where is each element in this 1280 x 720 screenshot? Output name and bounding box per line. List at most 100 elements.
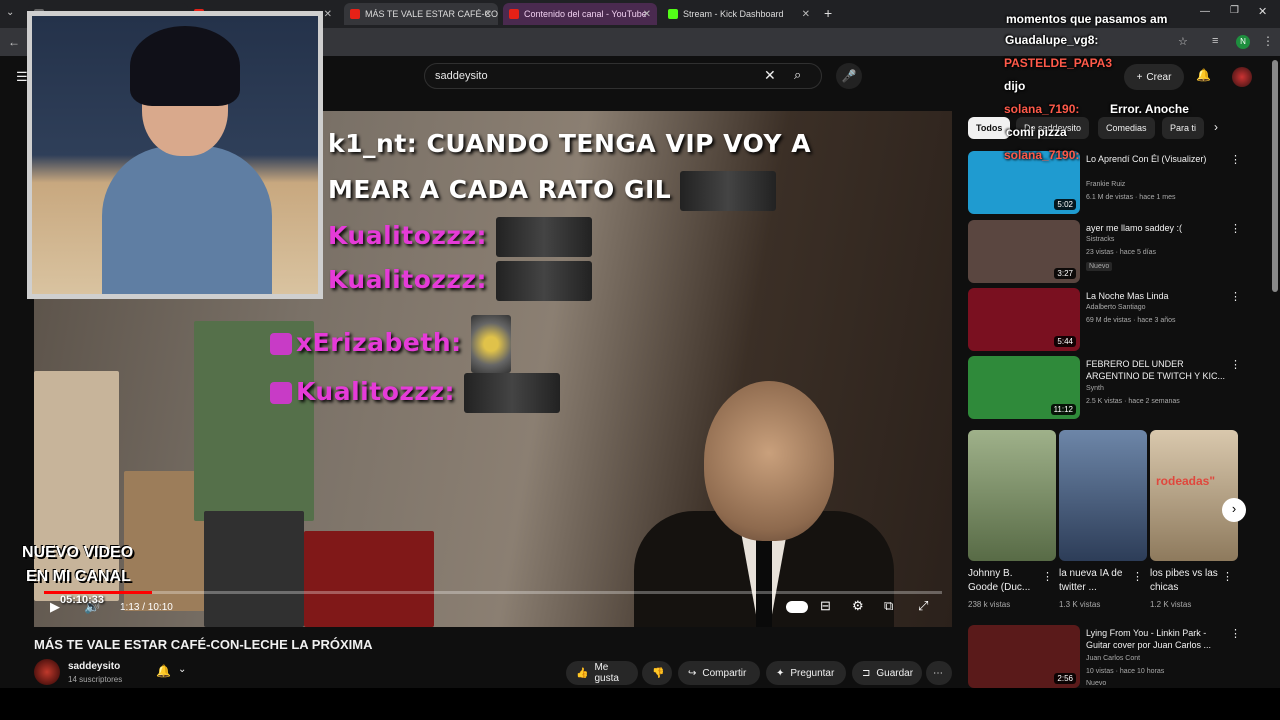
more-vertical-icon[interactable]: ⋮ bbox=[1230, 153, 1241, 166]
chevron-down-icon[interactable]: ⌄ bbox=[178, 664, 186, 675]
recommendation-title[interactable]: FEBRERO DEL UNDER ARGENTINO DE TWITCH Y … bbox=[1086, 358, 1226, 382]
short-thumbnail[interactable]: rodeadas" bbox=[1150, 430, 1238, 561]
recommendation-title[interactable]: Lo Aprendí Con Él (Visualizer) bbox=[1086, 153, 1226, 165]
bell-icon[interactable]: 🔔 bbox=[1196, 68, 1211, 82]
more-vertical-icon[interactable]: ⋮ bbox=[1230, 290, 1241, 303]
time-display: 1:13 / 10:10 bbox=[120, 602, 173, 613]
video-thumbnail[interactable]: 5:44 bbox=[968, 288, 1080, 351]
tab-active-video[interactable]: MÁS TE VALE ESTAR CAFÉ-CON ✕ bbox=[344, 3, 498, 25]
overlay-chat-line: comi pizza bbox=[1006, 125, 1067, 139]
progress-bar[interactable] bbox=[44, 591, 942, 594]
short-thumbnail[interactable] bbox=[968, 430, 1056, 561]
video-thumbnail[interactable]: 2:56 bbox=[968, 625, 1080, 688]
streamer bbox=[102, 26, 272, 294]
settings-gear-icon[interactable]: ⚙ bbox=[852, 598, 864, 614]
recommendation-item[interactable]: 3:27 ayer me llamo saddey :( Sistracks 2… bbox=[968, 220, 1268, 284]
share-button[interactable]: ↪ Compartir bbox=[678, 661, 760, 685]
chat-line: k1_nt: CUANDO TENGA VIP VOY A bbox=[328, 129, 811, 158]
filter-chip-todos[interactable]: Todos bbox=[968, 117, 1011, 139]
chevron-right-icon[interactable]: › bbox=[1214, 120, 1218, 134]
fullscreen-icon[interactable]: ⤢ bbox=[918, 598, 928, 614]
window-close-button[interactable]: ✕ bbox=[1258, 5, 1267, 18]
short-thumbnail[interactable] bbox=[1059, 430, 1147, 561]
more-vertical-icon[interactable]: ⋮ bbox=[1230, 222, 1241, 235]
recommendation-item[interactable]: 2:56 Lying From You - Linkin Park - Guit… bbox=[968, 625, 1268, 689]
shorts-next-button[interactable]: › bbox=[1222, 498, 1246, 522]
recommendation-title[interactable]: ayer me llamo saddey :( bbox=[1086, 222, 1226, 234]
new-tab-button[interactable]: + bbox=[824, 5, 832, 21]
chat-message: MEAR A CADA RATO GIL bbox=[328, 175, 672, 204]
recommendation-channel[interactable]: Synth bbox=[1086, 385, 1104, 392]
recommendation-meta: 6.1 M de vistas · hace 1 mes bbox=[1086, 194, 1176, 201]
bell-subscribe-icon[interactable]: 🔔 bbox=[156, 664, 171, 678]
video-thumbnail[interactable]: 11:12 bbox=[968, 356, 1080, 419]
autoplay-toggle[interactable] bbox=[786, 601, 808, 613]
short-title[interactable]: los pibes vs las chicas bbox=[1150, 567, 1222, 595]
profile-avatar[interactable]: N bbox=[1236, 35, 1250, 49]
jar-emote-icon bbox=[470, 315, 511, 373]
short-views: 1.3 K vistas bbox=[1059, 600, 1101, 609]
star-icon[interactable]: ☆ bbox=[1178, 35, 1188, 48]
subtitles-icon[interactable]: ⊟ bbox=[820, 598, 831, 614]
channel-name[interactable]: saddeysito bbox=[68, 661, 120, 672]
ask-button[interactable]: ✦ Preguntar bbox=[766, 661, 846, 685]
page-scrollbar[interactable] bbox=[1272, 60, 1278, 292]
filter-chip-comedias[interactable]: Comedias bbox=[1098, 117, 1155, 139]
thumbs-up-icon: 👍 bbox=[576, 667, 589, 679]
microphone-icon[interactable]: 🎤 bbox=[836, 63, 862, 89]
tab-kick-dashboard[interactable]: Stream - Kick Dashboard ✕ bbox=[662, 3, 816, 25]
clear-search-icon[interactable]: ✕ bbox=[764, 67, 776, 84]
recommendation-item[interactable]: 5:44 La Noche Mas Linda Adalberto Santia… bbox=[968, 288, 1268, 352]
tab-youtube-studio[interactable]: Contenido del canal - YouTube ✕ bbox=[503, 3, 657, 25]
close-icon[interactable]: ✕ bbox=[802, 9, 810, 20]
more-vertical-icon[interactable]: ⋮ bbox=[1042, 570, 1053, 583]
channel-avatar[interactable] bbox=[34, 659, 60, 685]
hamburger-icon[interactable]: ☰ bbox=[16, 69, 28, 85]
duration-badge: 2:56 bbox=[1054, 673, 1076, 684]
close-icon[interactable]: ✕ bbox=[324, 9, 332, 20]
sparkle-icon: ✦ bbox=[776, 667, 785, 679]
chat-username: xErizabeth: bbox=[296, 328, 462, 357]
more-vertical-icon[interactable]: ⋮ bbox=[1132, 570, 1143, 583]
like-button[interactable]: 👍 Me gusta bbox=[566, 661, 638, 685]
poster bbox=[304, 531, 434, 627]
user-avatar[interactable] bbox=[1232, 67, 1252, 87]
recommendation-channel[interactable]: Adalberto Santiago bbox=[1086, 304, 1146, 311]
short-title[interactable]: Johnny B. Goode (Duc... bbox=[968, 567, 1040, 595]
play-icon[interactable]: ▶ bbox=[50, 599, 60, 615]
create-button[interactable]: + Crear bbox=[1124, 64, 1184, 90]
search-icon[interactable]: ⌕ bbox=[794, 67, 801, 83]
close-icon[interactable]: ✕ bbox=[643, 9, 651, 20]
tab-search-icon[interactable]: ⌄ bbox=[6, 7, 14, 18]
recommendation-channel[interactable]: Juan Carlos Cont bbox=[1086, 655, 1140, 662]
minimize-button[interactable]: — bbox=[1200, 6, 1210, 17]
short-title[interactable]: la nueva IA de twitter ... bbox=[1059, 567, 1131, 595]
recommendation-item[interactable]: 11:12 FEBRERO DEL UNDER ARGENTINO DE TWI… bbox=[968, 356, 1268, 420]
video-thumbnail[interactable]: 3:27 bbox=[968, 220, 1080, 283]
chat-line: Kualitozzz: bbox=[270, 373, 561, 413]
more-actions-button[interactable]: ⋯ bbox=[926, 661, 952, 685]
close-icon[interactable]: ✕ bbox=[484, 9, 492, 20]
more-vertical-icon[interactable]: ⋮ bbox=[1230, 358, 1241, 371]
save-button[interactable]: ⊐ Guardar bbox=[852, 661, 922, 685]
recommendation-title[interactable]: Lying From You - Linkin Park - Guitar co… bbox=[1086, 627, 1226, 651]
recommendation-channel[interactable]: Frankie Ruiz bbox=[1086, 181, 1125, 188]
more-vertical-icon[interactable]: ⋮ bbox=[1222, 570, 1233, 583]
dislike-button[interactable]: 👎 bbox=[642, 661, 672, 685]
tab-label: MÁS TE VALE ESTAR CAFÉ-CON bbox=[365, 9, 498, 19]
recommendation-channel[interactable]: Sistracks bbox=[1086, 236, 1114, 243]
chat-line: Kualitozzz: bbox=[328, 261, 593, 301]
media-icon[interactable]: ≡ bbox=[1212, 35, 1218, 47]
streamer-shirt bbox=[102, 146, 272, 294]
back-arrow-icon[interactable]: ← bbox=[8, 35, 20, 49]
menu-dots-icon[interactable]: ⋮ bbox=[1262, 34, 1274, 48]
taskbar-area bbox=[0, 688, 1280, 720]
search-input[interactable]: saddeysito bbox=[424, 63, 822, 89]
overlay-chat-line: solana_7190: bbox=[1004, 102, 1080, 116]
more-vertical-icon[interactable]: ⋮ bbox=[1230, 627, 1241, 640]
maximize-button[interactable]: ❐ bbox=[1230, 5, 1239, 16]
miniplayer-icon[interactable]: ⧉ bbox=[884, 598, 893, 614]
filter-chip-para-ti[interactable]: Para ti bbox=[1162, 117, 1205, 139]
duration-badge: 11:12 bbox=[1050, 404, 1076, 415]
recommendation-title[interactable]: La Noche Mas Linda bbox=[1086, 290, 1226, 302]
